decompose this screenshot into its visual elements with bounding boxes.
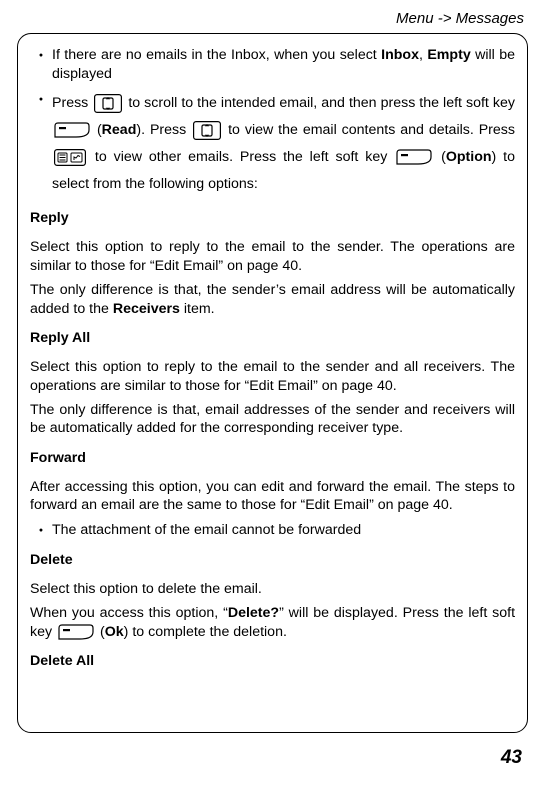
reply-all-paragraph: The only difference is that, email addre… (30, 401, 515, 438)
nav-key-icon (94, 94, 122, 113)
bullet-text: The attachment of the email cannot be fo… (52, 521, 515, 540)
reply-paragraph: Select this option to reply to the email… (30, 238, 515, 275)
reply-heading: Reply (30, 210, 515, 226)
content-frame: If there are no emails in the Inbox, whe… (17, 33, 528, 733)
receivers-label: Receivers (113, 301, 180, 317)
text: ) to complete the deletion. (124, 624, 287, 640)
delete-confirm-label: Delete? (228, 605, 279, 621)
forward-paragraph: After accessing this option, you can edi… (30, 478, 515, 515)
bullet-text: If there are no emails in the Inbox, whe… (52, 46, 515, 84)
page-header: Menu -> Messages (17, 10, 528, 27)
nav-key-icon (193, 121, 221, 140)
inbox-label: Inbox (381, 47, 419, 63)
soft-key-left-icon (54, 122, 90, 139)
reply-all-paragraph: Select this option to reply to the email… (30, 358, 515, 395)
text: If there are no emails in the Inbox, whe… (52, 47, 381, 63)
delete-paragraph: Select this option to delete the email. (30, 580, 515, 598)
text: The only difference is that, the sender’… (30, 282, 515, 316)
text: ). Press (136, 122, 191, 138)
text: item. (180, 301, 215, 317)
bullet-item: Press to scroll to the intended email, a… (30, 90, 515, 198)
bullet-item: If there are no emails in the Inbox, whe… (30, 46, 515, 84)
side-key-icon (54, 149, 86, 166)
bullet-dot-icon (30, 521, 52, 540)
ok-label: Ok (105, 624, 124, 640)
forward-heading: Forward (30, 450, 515, 466)
bullet-dot-icon (30, 46, 52, 84)
delete-heading: Delete (30, 552, 515, 568)
soft-key-left-icon (396, 149, 432, 166)
text: to view the email contents and details. … (228, 122, 515, 138)
bullet-dot-icon (30, 90, 52, 198)
delete-all-heading: Delete All (30, 653, 515, 669)
bullet-item: The attachment of the email cannot be fo… (30, 521, 515, 540)
read-label: Read (102, 122, 137, 138)
bullet-text: Press to scroll to the intended email, a… (52, 90, 515, 198)
empty-label: Empty (427, 47, 470, 63)
page-number: 43 (17, 747, 528, 769)
delete-paragraph: When you access this option, “Delete?” w… (30, 604, 515, 641)
soft-key-left-icon (58, 624, 94, 641)
option-label: Option (446, 149, 492, 165)
reply-paragraph: The only difference is that, the sender’… (30, 281, 515, 318)
text: to scroll to the intended email, and the… (128, 95, 515, 111)
text: When you access this option, “ (30, 605, 228, 621)
text: to view other emails. Press the left sof… (95, 149, 394, 165)
reply-all-heading: Reply All (30, 330, 515, 346)
text: Press (52, 95, 92, 111)
